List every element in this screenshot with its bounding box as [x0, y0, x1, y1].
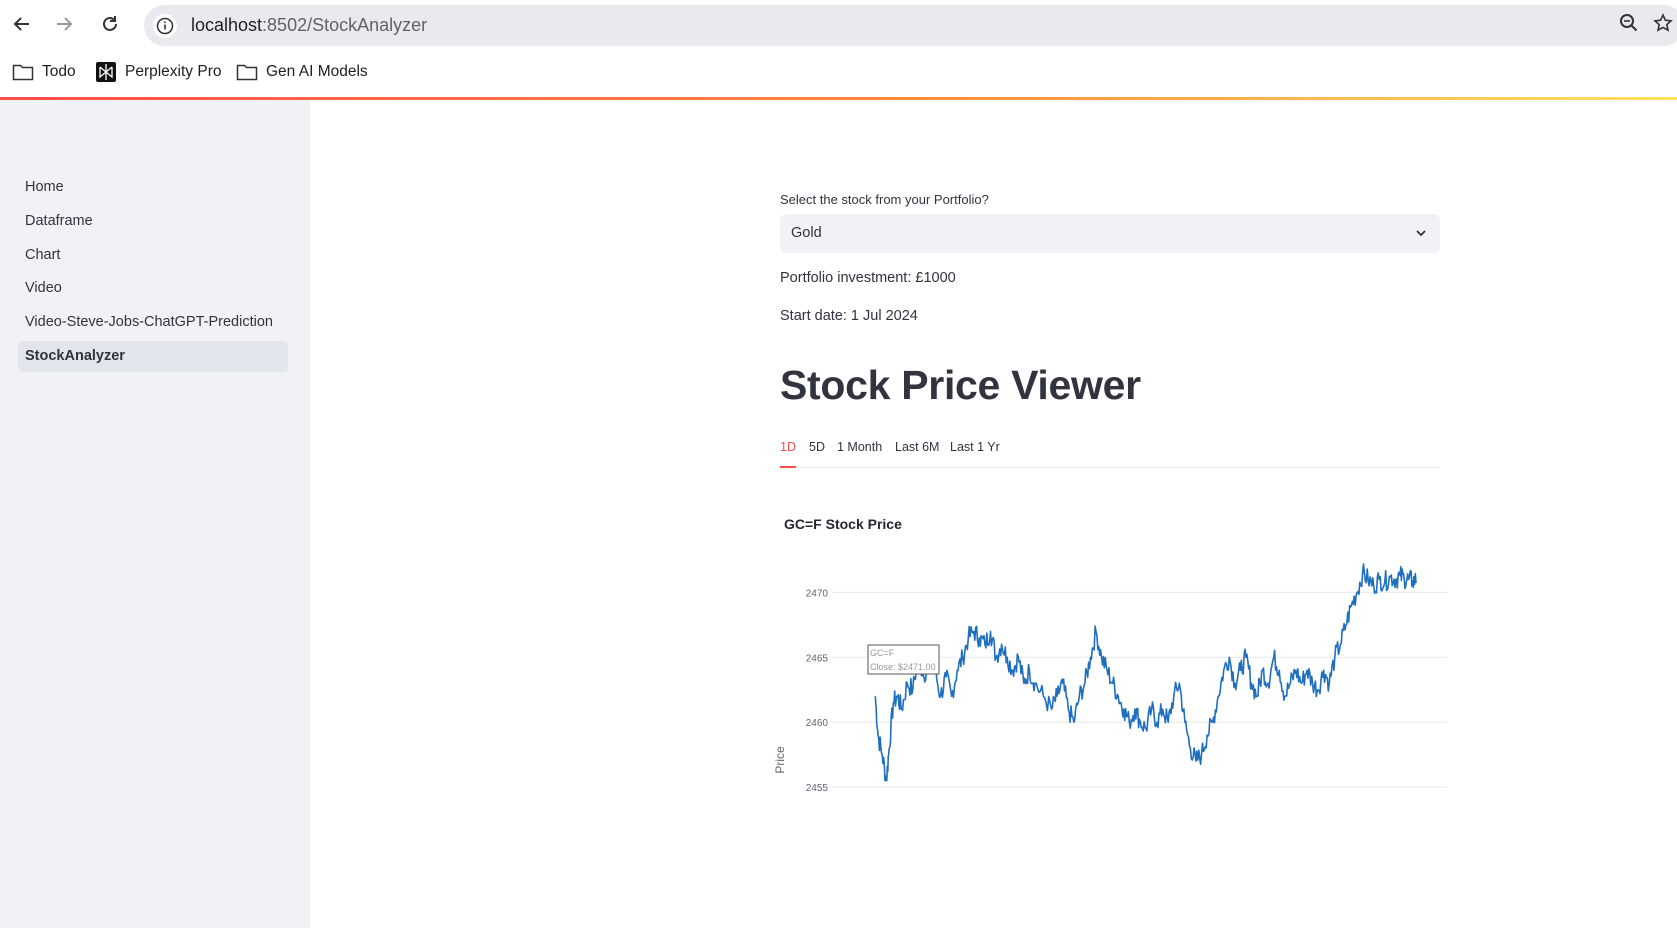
tab-1d[interactable]: 1D [780, 440, 796, 454]
y-tick-label: 2455 [806, 783, 829, 794]
reload-icon[interactable] [98, 12, 122, 36]
forward-arrow-icon[interactable] [52, 12, 76, 36]
bookmark-perplexity-pro[interactable]: Perplexity Pro [95, 62, 221, 82]
portfolio-investment-text: Portfolio investment: £1000 [780, 270, 956, 286]
sidebar-item-video-steve-jobs[interactable]: Video-Steve-Jobs-ChatGPT-Prediction [18, 307, 288, 338]
tab-last-1-yr[interactable]: Last 1 Yr [950, 440, 1000, 454]
bookmark-label: Todo [42, 63, 76, 80]
chart-title: GC=F Stock Price [784, 516, 902, 532]
address-bar[interactable]: localhost:8502/StockAnalyzer [144, 5, 1677, 46]
stock-select-value: Gold [791, 225, 822, 241]
bookmarks-bar: Todo Perplexity Pro Gen AI Models [0, 52, 1677, 94]
stock-select[interactable]: Gold [780, 214, 1440, 253]
sidebar-item-stockanalyzer[interactable]: StockAnalyzer [18, 341, 288, 372]
zoom-icon[interactable] [1618, 12, 1640, 34]
y-tick-label: 2465 [806, 653, 829, 664]
y-axis-label: Price [773, 746, 787, 774]
tab-last-6m[interactable]: Last 6M [895, 440, 939, 454]
info-icon[interactable] [153, 14, 177, 38]
browser-toolbar: localhost:8502/StockAnalyzer [0, 0, 1677, 50]
tab-1-month[interactable]: 1 Month [837, 440, 882, 454]
folder-icon [236, 62, 258, 82]
tooltip-close-value: Close: $2471.00 [870, 662, 936, 672]
sidebar-item-chart[interactable]: Chart [18, 240, 288, 271]
url-path: :8502/StockAnalyzer [262, 15, 428, 35]
perplexity-logo-icon [95, 62, 117, 82]
url-host: localhost [191, 15, 263, 35]
sidebar-item-home[interactable]: Home [18, 172, 288, 203]
price-chart[interactable]: 245524602465247012:00Aug 8, 202415:0018:… [770, 550, 1450, 880]
sidebar: Home Dataframe Chart Video Video-Steve-J… [0, 100, 310, 928]
timeframe-tabs: 1D 5D 1 Month Last 6M Last 1 Yr [780, 432, 1440, 468]
tab-5d[interactable]: 5D [809, 440, 825, 454]
star-icon[interactable] [1652, 12, 1674, 34]
sidebar-item-video[interactable]: Video [18, 273, 288, 304]
folder-icon [12, 62, 34, 82]
page-title: Stock Price Viewer [780, 362, 1141, 408]
y-tick-label: 2460 [806, 718, 829, 729]
stock-select-label: Select the stock from your Portfolio? [780, 192, 989, 207]
active-tab-indicator [780, 466, 796, 468]
bookmark-gen-ai-models[interactable]: Gen AI Models [236, 62, 368, 82]
start-date-text: Start date: 1 Jul 2024 [780, 308, 918, 324]
bookmark-label: Gen AI Models [266, 63, 368, 80]
bookmark-todo[interactable]: Todo [12, 62, 76, 82]
url-text: localhost:8502/StockAnalyzer [191, 15, 427, 36]
main-content: Select the stock from your Portfolio? Go… [310, 100, 1677, 928]
chevron-down-icon [1412, 224, 1430, 242]
sidebar-item-dataframe[interactable]: Dataframe [18, 206, 288, 237]
y-tick-label: 2470 [806, 588, 829, 599]
tooltip-series-name: GC=F [870, 648, 895, 658]
back-arrow-icon[interactable] [10, 12, 34, 36]
series-line-gc-f [874, 563, 1417, 782]
bookmark-label: Perplexity Pro [125, 63, 222, 80]
